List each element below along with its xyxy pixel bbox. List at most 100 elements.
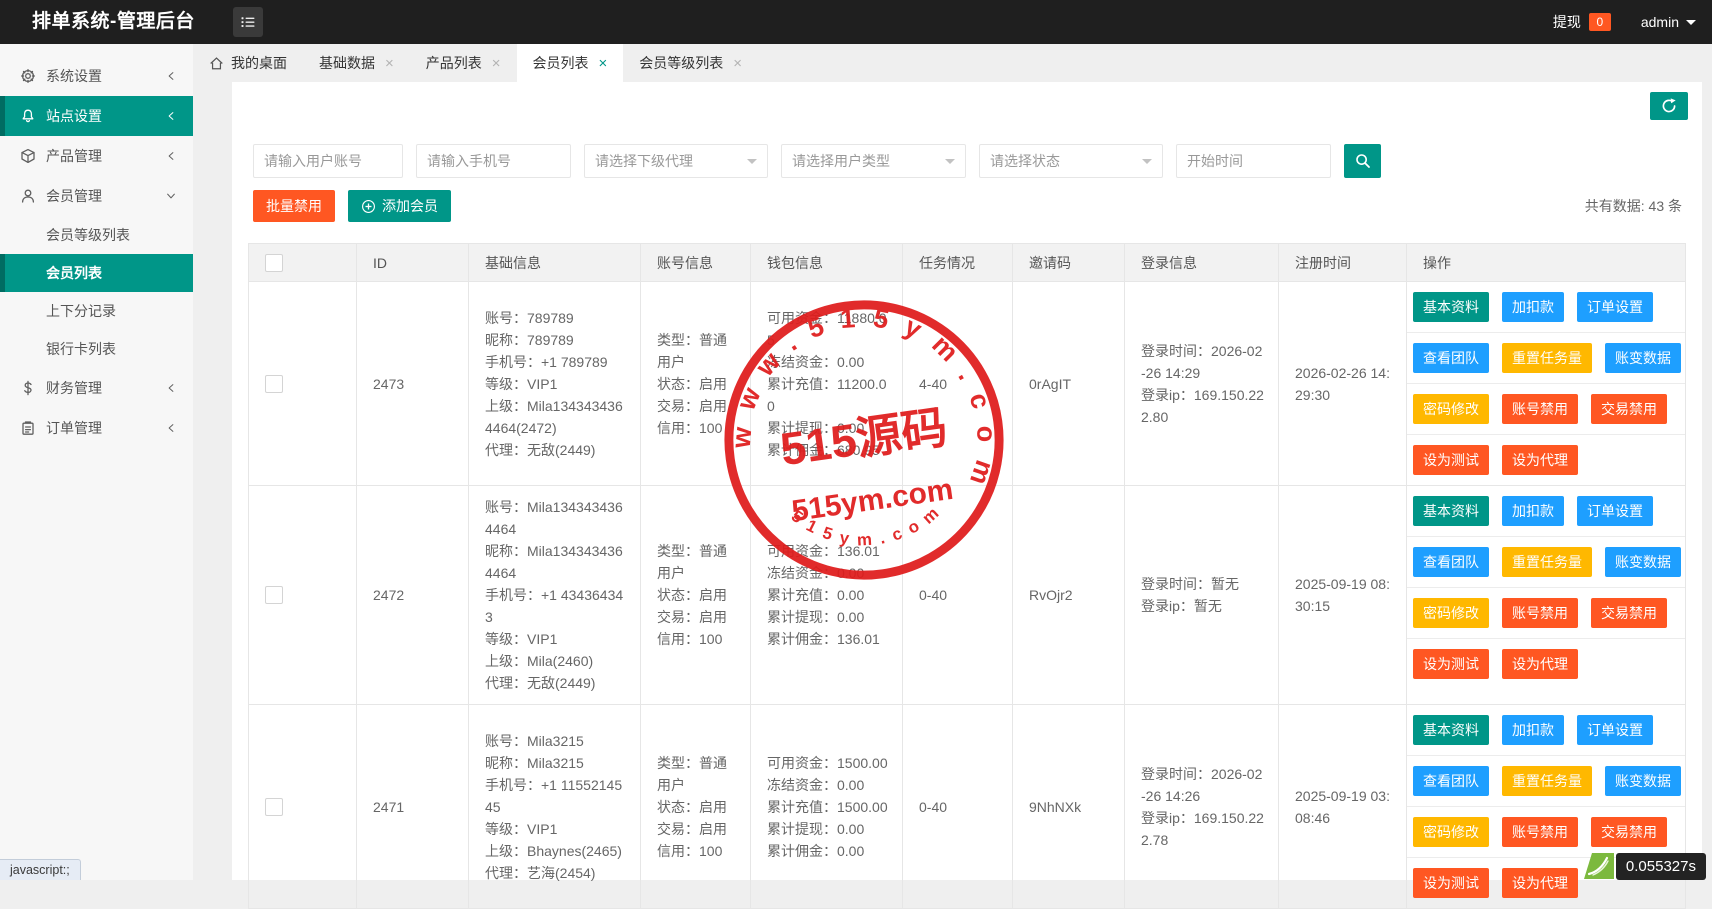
set-test-button[interactable]: 设为测试 xyxy=(1413,868,1489,898)
filter-agent-select[interactable]: 请选择下级代理 xyxy=(584,144,768,178)
change-password-button[interactable]: 密码修改 xyxy=(1413,817,1489,847)
field-line: 信用：100 xyxy=(657,840,736,862)
chevron-left-icon xyxy=(165,382,177,394)
disable-account-button[interactable]: 账号禁用 xyxy=(1502,598,1578,628)
field-line: 累计佣金：136.01 xyxy=(767,628,888,650)
order-settings-button[interactable]: 订单设置 xyxy=(1577,715,1653,745)
operation-row: 查看团队重置任务量账变数据 xyxy=(1407,756,1685,807)
operation-row: 查看团队重置任务量账变数据 xyxy=(1407,537,1685,588)
tab-label: 会员等级列表 xyxy=(639,53,723,73)
set-agent-button[interactable]: 设为代理 xyxy=(1502,445,1578,475)
set-test-button[interactable]: 设为测试 xyxy=(1413,649,1489,679)
change-password-button[interactable]: 密码修改 xyxy=(1413,394,1489,424)
set-agent-button[interactable]: 设为代理 xyxy=(1502,649,1578,679)
reset-tasks-button[interactable]: 重置任务量 xyxy=(1502,343,1592,373)
operation-row: 设为测试设为代理 xyxy=(1407,639,1685,689)
reset-tasks-button[interactable]: 重置任务量 xyxy=(1502,547,1592,577)
tab-product-list[interactable]: 产品列表× xyxy=(410,44,517,82)
field-line: 手机号：+1 1155214545 xyxy=(485,774,626,818)
disable-account-button[interactable]: 账号禁用 xyxy=(1502,817,1578,847)
disable-account-button[interactable]: 账号禁用 xyxy=(1502,394,1578,424)
close-icon[interactable]: × xyxy=(599,56,608,71)
view-team-button[interactable]: 查看团队 xyxy=(1413,343,1489,373)
sidebar-item-finance-mgmt[interactable]: 财务管理 xyxy=(0,368,193,408)
field-line: 状态：启用 xyxy=(657,796,736,818)
search-button[interactable] xyxy=(1344,144,1381,178)
sidebar-item-member-mgmt[interactable]: 会员管理 xyxy=(0,176,193,216)
sidebar-item-member-list[interactable]: 会员列表 xyxy=(0,254,193,292)
cell-account-info: 类型：普通用户状态：启用交易：启用信用：100 xyxy=(641,486,751,705)
tab-label: 会员列表 xyxy=(533,53,589,73)
field-line: 冻结资金：0.00 xyxy=(767,774,888,796)
view-team-button[interactable]: 查看团队 xyxy=(1413,766,1489,796)
basic-profile-button[interactable]: 基本资料 xyxy=(1413,496,1489,526)
sidebar-item-product-mgmt[interactable]: 产品管理 xyxy=(0,136,193,176)
balance-changes-button[interactable]: 账变数据 xyxy=(1605,343,1681,373)
set-agent-button[interactable]: 设为代理 xyxy=(1502,868,1578,898)
debug-time-badge: 0.055327s xyxy=(1616,853,1706,880)
field-line: 账号：789789 xyxy=(485,307,626,329)
filter-account-input[interactable] xyxy=(253,144,403,178)
sidebar-subitem-label: 上下分记录 xyxy=(46,301,116,321)
view-team-button[interactable]: 查看团队 xyxy=(1413,547,1489,577)
change-password-button[interactable]: 密码修改 xyxy=(1413,598,1489,628)
field-line: 手机号：+1 434364343 xyxy=(485,584,626,628)
batch-disable-button[interactable]: 批量禁用 xyxy=(253,190,335,222)
cell-login-info: 登录时间：2026-02-26 14:29登录ip：169.150.222.80 xyxy=(1125,282,1279,486)
add-deduct-button[interactable]: 加扣款 xyxy=(1502,292,1564,322)
order-settings-button[interactable]: 订单设置 xyxy=(1577,292,1653,322)
field-line: 交易：启用 xyxy=(657,818,736,840)
cell-invite-code: 9NhNXk xyxy=(1013,705,1125,909)
set-test-button[interactable]: 设为测试 xyxy=(1413,445,1489,475)
filter-usertype-select[interactable]: 请选择用户类型 xyxy=(781,144,966,178)
row-checkbox[interactable] xyxy=(265,586,283,604)
add-member-button[interactable]: 添加会员 xyxy=(348,190,451,222)
sidebar-item-bank-card-list[interactable]: 银行卡列表 xyxy=(0,330,193,368)
row-checkbox[interactable] xyxy=(265,798,283,816)
filter-phone-input[interactable] xyxy=(416,144,571,178)
tab-basic-data[interactable]: 基础数据× xyxy=(303,44,410,82)
tab-my-desktop[interactable]: 我的桌面 xyxy=(193,44,303,82)
withdraw-count-badge[interactable]: 0 xyxy=(1589,13,1611,31)
user-icon xyxy=(20,188,36,204)
debug-toolbar[interactable]: 0.055327s xyxy=(1580,852,1706,880)
sidebar-item-site-settings[interactable]: 站点设置 xyxy=(0,96,193,136)
basic-profile-button[interactable]: 基本资料 xyxy=(1413,715,1489,745)
sidebar-item-system-settings[interactable]: 系统设置 xyxy=(0,56,193,96)
filter-status-select[interactable]: 请选择状态 xyxy=(979,144,1163,178)
close-icon[interactable]: × xyxy=(385,56,394,71)
cell-task-status: 0-40 xyxy=(903,705,1013,909)
sidebar-item-member-level-list[interactable]: 会员等级列表 xyxy=(0,216,193,254)
select-all-checkbox[interactable] xyxy=(265,254,283,272)
sidebar-item-updown-records[interactable]: 上下分记录 xyxy=(0,292,193,330)
cell-invite-code: 0rAgIT xyxy=(1013,282,1125,486)
user-menu[interactable]: admin xyxy=(1641,14,1696,30)
sidebar-item-order-mgmt[interactable]: 订单管理 xyxy=(0,408,193,448)
balance-changes-button[interactable]: 账变数据 xyxy=(1605,547,1681,577)
add-deduct-button[interactable]: 加扣款 xyxy=(1502,496,1564,526)
disable-trading-button[interactable]: 交易禁用 xyxy=(1591,394,1667,424)
field-line: 上级：Mila(2460) xyxy=(485,650,626,672)
refresh-button[interactable] xyxy=(1650,92,1688,120)
basic-profile-button[interactable]: 基本资料 xyxy=(1413,292,1489,322)
row-checkbox[interactable] xyxy=(265,375,283,393)
field-line: 等级：VIP1 xyxy=(485,373,626,395)
field-line: 交易：启用 xyxy=(657,606,736,628)
hamburger-menu-button[interactable] xyxy=(233,7,263,37)
tab-member-level-list[interactable]: 会员等级列表 × xyxy=(623,44,758,82)
withdraw-link[interactable]: 提现 xyxy=(1553,12,1581,32)
disable-trading-button[interactable]: 交易禁用 xyxy=(1591,817,1667,847)
reset-tasks-button[interactable]: 重置任务量 xyxy=(1502,766,1592,796)
table-row: 2473账号：789789昵称：789789手机号：+1 789789等级：VI… xyxy=(249,282,1686,486)
close-icon[interactable]: × xyxy=(733,56,742,71)
order-settings-button[interactable]: 订单设置 xyxy=(1577,496,1653,526)
disable-trading-button[interactable]: 交易禁用 xyxy=(1591,598,1667,628)
close-icon[interactable]: × xyxy=(492,56,501,71)
tab-member-list[interactable]: 会员列表 × xyxy=(517,44,624,82)
add-deduct-button[interactable]: 加扣款 xyxy=(1502,715,1564,745)
balance-changes-button[interactable]: 账变数据 xyxy=(1605,766,1681,796)
field-line: 昵称：Mila3215 xyxy=(485,752,626,774)
operation-row: 设为测试设为代理 xyxy=(1407,435,1685,485)
filter-start-time[interactable] xyxy=(1176,144,1331,178)
operation-row: 密码修改账号禁用交易禁用 xyxy=(1407,384,1685,435)
